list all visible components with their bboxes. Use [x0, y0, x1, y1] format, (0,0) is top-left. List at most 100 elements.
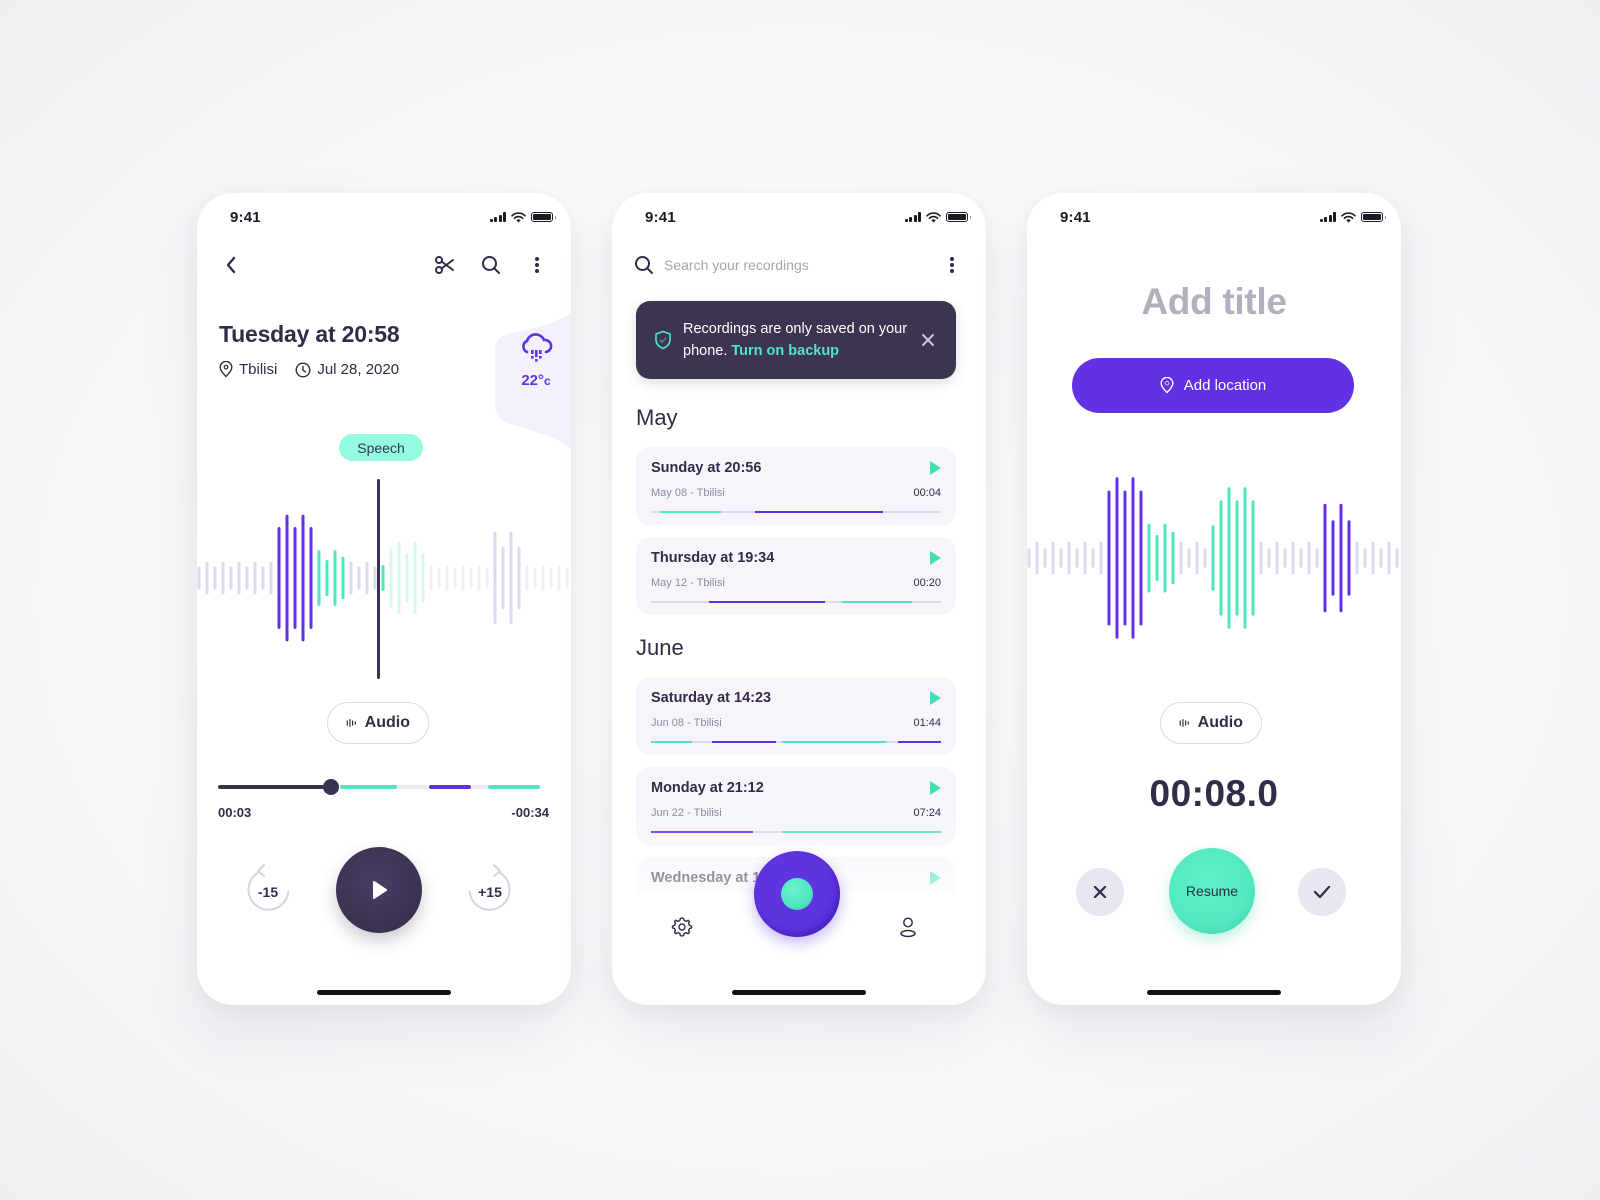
recording-item-duration: 00:04 [913, 487, 941, 499]
forward-15-button[interactable]: +15 [462, 861, 518, 917]
home-indicator [1147, 990, 1281, 995]
recording-screen: 9:41 Add title Add location Audio 00:08.… [1027, 193, 1401, 1005]
bottom-navigation [612, 851, 986, 1005]
save-button[interactable] [1298, 868, 1346, 916]
play-icon[interactable] [930, 551, 941, 565]
weather-unit: c [544, 374, 551, 388]
speech-tag[interactable]: Speech [339, 434, 423, 461]
close-icon [922, 334, 934, 346]
dismiss-banner-button[interactable] [916, 328, 940, 352]
audio-view-toggle[interactable]: Audio [1160, 702, 1262, 744]
recording-item-title: Saturday at 14:23 [651, 690, 772, 706]
player-actions [429, 249, 553, 281]
backup-banner: Recordings are only saved on your phone.… [636, 301, 956, 379]
status-bar: 9:41 [230, 207, 556, 227]
resume-button[interactable]: Resume [1169, 848, 1255, 934]
banner-message: Recordings are only saved on your phone.… [683, 318, 916, 362]
progress-segment [340, 785, 397, 789]
rewind-label: -15 [257, 884, 279, 900]
progress-segment [396, 785, 429, 789]
recording-item-duration: 07:24 [913, 807, 941, 819]
map-pin-icon [1160, 377, 1174, 394]
recording-list-item[interactable]: Monday at 21:12 Jun 22 - Tbilisi 07:24 [636, 767, 956, 845]
rewind-15-button[interactable]: -15 [240, 861, 296, 917]
status-icons [1319, 211, 1386, 223]
wifi-icon [511, 211, 526, 222]
more-options-button[interactable] [521, 249, 553, 281]
recording-list-item[interactable]: Thursday at 19:34 May 12 - Tbilisi 00:20 [636, 537, 956, 615]
settings-button[interactable] [670, 915, 694, 939]
recording-item-timeline [651, 831, 941, 833]
user-profile-icon [900, 917, 916, 938]
playhead[interactable] [377, 479, 380, 679]
recording-meta: Tbilisi Jul 28, 2020 [219, 361, 399, 378]
player-top-nav [215, 249, 553, 281]
back-button[interactable] [215, 249, 247, 281]
cloud-rain-icon [522, 333, 553, 362]
audio-label: Audio [364, 714, 410, 731]
recording-list-item[interactable]: Sunday at 20:56 May 08 - Tbilisi 00:04 [636, 447, 956, 525]
recording-item-timeline [651, 741, 941, 743]
audio-view-toggle[interactable]: Audio [327, 702, 429, 744]
recording-item-duration: 00:20 [913, 577, 941, 589]
add-title-field[interactable]: Add title [1027, 281, 1401, 323]
audio-label: Audio [1197, 714, 1243, 731]
profile-button[interactable] [896, 915, 920, 939]
recording-item-title: Sunday at 20:56 [651, 460, 762, 476]
resume-label: Resume [1185, 883, 1239, 899]
recording-location: Tbilisi [219, 361, 277, 378]
wifi-icon [926, 211, 941, 222]
player-screen: 9:41 22°c Tuesday at 20:58 Tbilisi Jul 2… [197, 193, 571, 1005]
add-location-label: Add location [1183, 377, 1267, 394]
map-pin-icon [219, 361, 233, 378]
checkmark-icon [1313, 885, 1331, 899]
play-icon[interactable] [930, 871, 941, 885]
cellular-signal-icon [1319, 212, 1336, 222]
home-indicator [317, 990, 451, 995]
record-button[interactable] [754, 851, 840, 937]
weather-temperature-value: 22° [521, 372, 544, 389]
remaining-time: -00:34 [511, 805, 549, 820]
more-vertical-icon [950, 257, 954, 273]
search-icon [635, 256, 653, 274]
recording-item-duration: 01:44 [913, 717, 941, 729]
close-icon [1093, 885, 1107, 899]
recording-timer: 00:08.0 [1149, 773, 1279, 814]
more-options-button[interactable] [936, 249, 968, 281]
play-icon[interactable] [930, 461, 941, 475]
audio-waveform-icon [1179, 718, 1189, 728]
recording-date: Jul 28, 2020 [295, 361, 399, 378]
playback-progress-bar[interactable] [218, 779, 540, 795]
progress-knob[interactable] [322, 779, 339, 795]
chevron-left-icon [226, 256, 236, 274]
add-location-button[interactable]: Add location [1072, 358, 1354, 413]
discard-button[interactable] [1076, 868, 1124, 916]
recording-list-item[interactable]: Saturday at 14:23 Jun 08 - Tbilisi 01:44 [636, 677, 956, 755]
search-button[interactable] [475, 249, 507, 281]
progress-segment [428, 785, 471, 789]
weather-badge: 22°c [501, 333, 571, 389]
search-icon [482, 256, 500, 274]
battery-icon [946, 212, 971, 222]
elapsed-time: 00:03 [218, 805, 252, 820]
timeline-segment [781, 831, 941, 833]
shield-check-icon [655, 330, 671, 350]
status-icons [489, 211, 556, 223]
recording-item-title: Monday at 21:12 [651, 780, 764, 796]
trim-button[interactable] [429, 249, 461, 281]
search-input[interactable] [664, 257, 936, 273]
player-waveform[interactable] [197, 493, 571, 663]
recording-waveform [1027, 477, 1399, 639]
play-icon[interactable] [930, 691, 941, 705]
turn-on-backup-link[interactable]: Turn on backup [731, 343, 839, 359]
play-button[interactable] [336, 847, 422, 933]
timeline-segment [709, 601, 825, 603]
month-header: May [636, 405, 678, 430]
recording-item-timeline [651, 601, 941, 603]
audio-waveform-icon [346, 718, 356, 728]
timeline-segment [659, 511, 721, 513]
play-icon[interactable] [930, 781, 941, 795]
settings-gear-icon [671, 917, 693, 937]
recording-item-subtitle: May 08 - Tbilisi [651, 487, 725, 499]
battery-icon [531, 212, 556, 222]
